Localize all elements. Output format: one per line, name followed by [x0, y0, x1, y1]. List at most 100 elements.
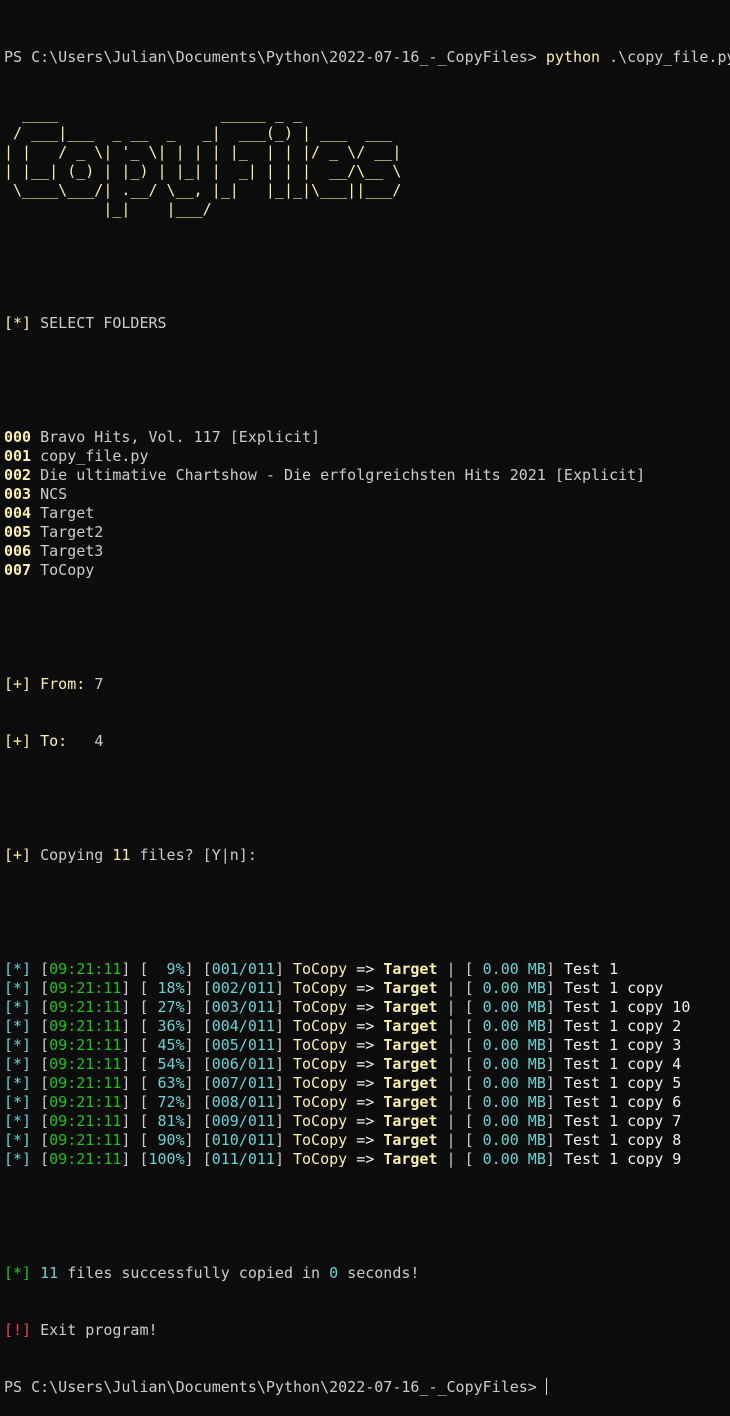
log-marker: [*] — [4, 1055, 32, 1073]
exit-line: [!] Exit program! — [4, 1321, 730, 1340]
log-index: 011/011 — [211, 1150, 275, 1168]
ascii-banner: ____ _____ _ _ / ___|___ _ __ _ _| ___(_… — [4, 105, 730, 219]
log-time: 09:21:11 — [49, 960, 122, 978]
log-row: [*] [09:21:11] [ 36%] [004/011] ToCopy =… — [4, 1017, 682, 1035]
log-target: Target — [383, 1036, 438, 1054]
plus-marker: [+] — [4, 846, 32, 864]
log-time: 09:21:11 — [49, 1150, 122, 1168]
banner-line: |_| |___/ — [4, 200, 212, 218]
log-row: [*] [09:21:11] [ 9%] [001/011] ToCopy =>… — [4, 960, 619, 978]
to-label: To: — [40, 732, 86, 750]
banner-line: | | / _ \| '_ \| | | | |_ | | |/ _ \/ __… — [4, 143, 402, 161]
log-file: Test 1 copy 7 — [563, 1112, 682, 1130]
from-label: From: — [40, 675, 86, 693]
log-percent: 9% — [148, 960, 185, 978]
log-percent: 18% — [148, 979, 185, 997]
exit-text: Exit program! — [40, 1321, 158, 1339]
log-marker: [*] — [4, 1017, 32, 1035]
folder-index: 000 — [4, 428, 32, 446]
log-percent: 27% — [148, 998, 185, 1016]
log-source: ToCopy — [293, 1036, 348, 1054]
command-line: PS C:\Users\Julian\Documents\Python\2022… — [4, 48, 730, 67]
log-file: Test 1 copy 4 — [563, 1055, 682, 1073]
prompt-line[interactable]: PS C:\Users\Julian\Documents\Python\2022… — [4, 1378, 730, 1397]
log-time: 09:21:11 — [49, 979, 122, 997]
banner-line: | |__| (_) | |_) | |_| | _| | | | __/\__… — [4, 162, 402, 180]
log-size: 0.00 MB — [482, 1150, 546, 1168]
log-time: 09:21:11 — [49, 998, 122, 1016]
log-target: Target — [383, 1150, 438, 1168]
from-line: [+] From: 7 — [4, 675, 730, 694]
log-time: 09:21:11 — [49, 1093, 122, 1111]
info-marker: [*] — [4, 314, 32, 332]
log-marker: [*] — [4, 1093, 32, 1111]
log-size: 0.00 MB — [482, 1074, 546, 1092]
log-source: ToCopy — [293, 998, 348, 1016]
log-percent: 36% — [148, 1017, 185, 1035]
text-cursor — [545, 1378, 547, 1395]
confirm-count: 11 — [112, 846, 131, 864]
folder-index: 007 — [4, 561, 32, 579]
log-file: Test 1 — [563, 960, 619, 978]
log-time: 09:21:11 — [49, 1036, 122, 1054]
folder-item: 007 ToCopy — [4, 561, 730, 580]
folder-index: 003 — [4, 485, 32, 503]
terminal-window[interactable]: PS C:\Users\Julian\Documents\Python\2022… — [0, 0, 730, 1416]
log-row: [*] [09:21:11] [ 27%] [003/011] ToCopy =… — [4, 998, 691, 1016]
log-time: 09:21:11 — [49, 1112, 122, 1130]
log-source: ToCopy — [293, 1074, 348, 1092]
log-arrow: => — [356, 1093, 375, 1111]
to-value: 4 — [94, 732, 104, 750]
log-source: ToCopy — [293, 1112, 348, 1130]
log-arrow: => — [356, 998, 375, 1016]
log-size: 0.00 MB — [482, 979, 546, 997]
success-marker: [*] — [4, 1264, 32, 1282]
folder-item: 000 Bravo Hits, Vol. 117 [Explicit] — [4, 428, 730, 447]
log-percent: 81% — [148, 1112, 185, 1130]
log-file: Test 1 copy 10 — [563, 998, 691, 1016]
log-index: 005/011 — [211, 1036, 275, 1054]
log-marker: [*] — [4, 1036, 32, 1054]
log-time: 09:21:11 — [49, 1017, 122, 1035]
folder-index: 002 — [4, 466, 32, 484]
log-row: [*] [09:21:11] [100%] [011/011] ToCopy =… — [4, 1150, 682, 1168]
log-size: 0.00 MB — [482, 1017, 546, 1035]
log-percent: 54% — [148, 1055, 185, 1073]
log-index: 001/011 — [211, 960, 275, 978]
log-size: 0.00 MB — [482, 1131, 546, 1149]
log-arrow: => — [356, 1055, 375, 1073]
log-file: Test 1 copy 6 — [563, 1093, 682, 1111]
log-marker: [*] — [4, 998, 32, 1016]
summary-line: [*] 11 files successfully copied in 0 se… — [4, 1264, 730, 1283]
log-arrow: => — [356, 1112, 375, 1130]
log-size: 0.00 MB — [482, 1112, 546, 1130]
log-size: 0.00 MB — [482, 998, 546, 1016]
log-size: 0.00 MB — [482, 1036, 546, 1054]
log-index: 007/011 — [211, 1074, 275, 1092]
log-target: Target — [383, 1131, 438, 1149]
folder-name: Die ultimative Chartshow - Die erfolgrei… — [40, 466, 646, 484]
folder-list: 000 Bravo Hits, Vol. 117 [Explicit] 001 c… — [4, 428, 730, 580]
log-target: Target — [383, 1055, 438, 1073]
log-marker: [*] — [4, 1150, 32, 1168]
log-source: ToCopy — [293, 1093, 348, 1111]
folder-item: 004 Target — [4, 504, 730, 523]
log-arrow: => — [356, 1036, 375, 1054]
log-file: Test 1 copy 5 — [563, 1074, 682, 1092]
folder-item: 005 Target2 — [4, 523, 730, 542]
folder-item: 006 Target3 — [4, 542, 730, 561]
log-file: Test 1 copy 9 — [563, 1150, 682, 1168]
log-arrow: => — [356, 960, 375, 978]
command-program: python — [545, 48, 601, 66]
prompt: PS C:\Users\Julian\Documents\Python\2022… — [4, 48, 537, 66]
log-target: Target — [383, 1093, 438, 1111]
folder-name: NCS — [40, 485, 68, 503]
confirm-pre: Copying — [40, 846, 104, 864]
log-marker: [*] — [4, 960, 32, 978]
log-row: [*] [09:21:11] [ 90%] [010/011] ToCopy =… — [4, 1131, 682, 1149]
log-index: 003/011 — [211, 998, 275, 1016]
folder-index: 004 — [4, 504, 32, 522]
log-target: Target — [383, 1017, 438, 1035]
